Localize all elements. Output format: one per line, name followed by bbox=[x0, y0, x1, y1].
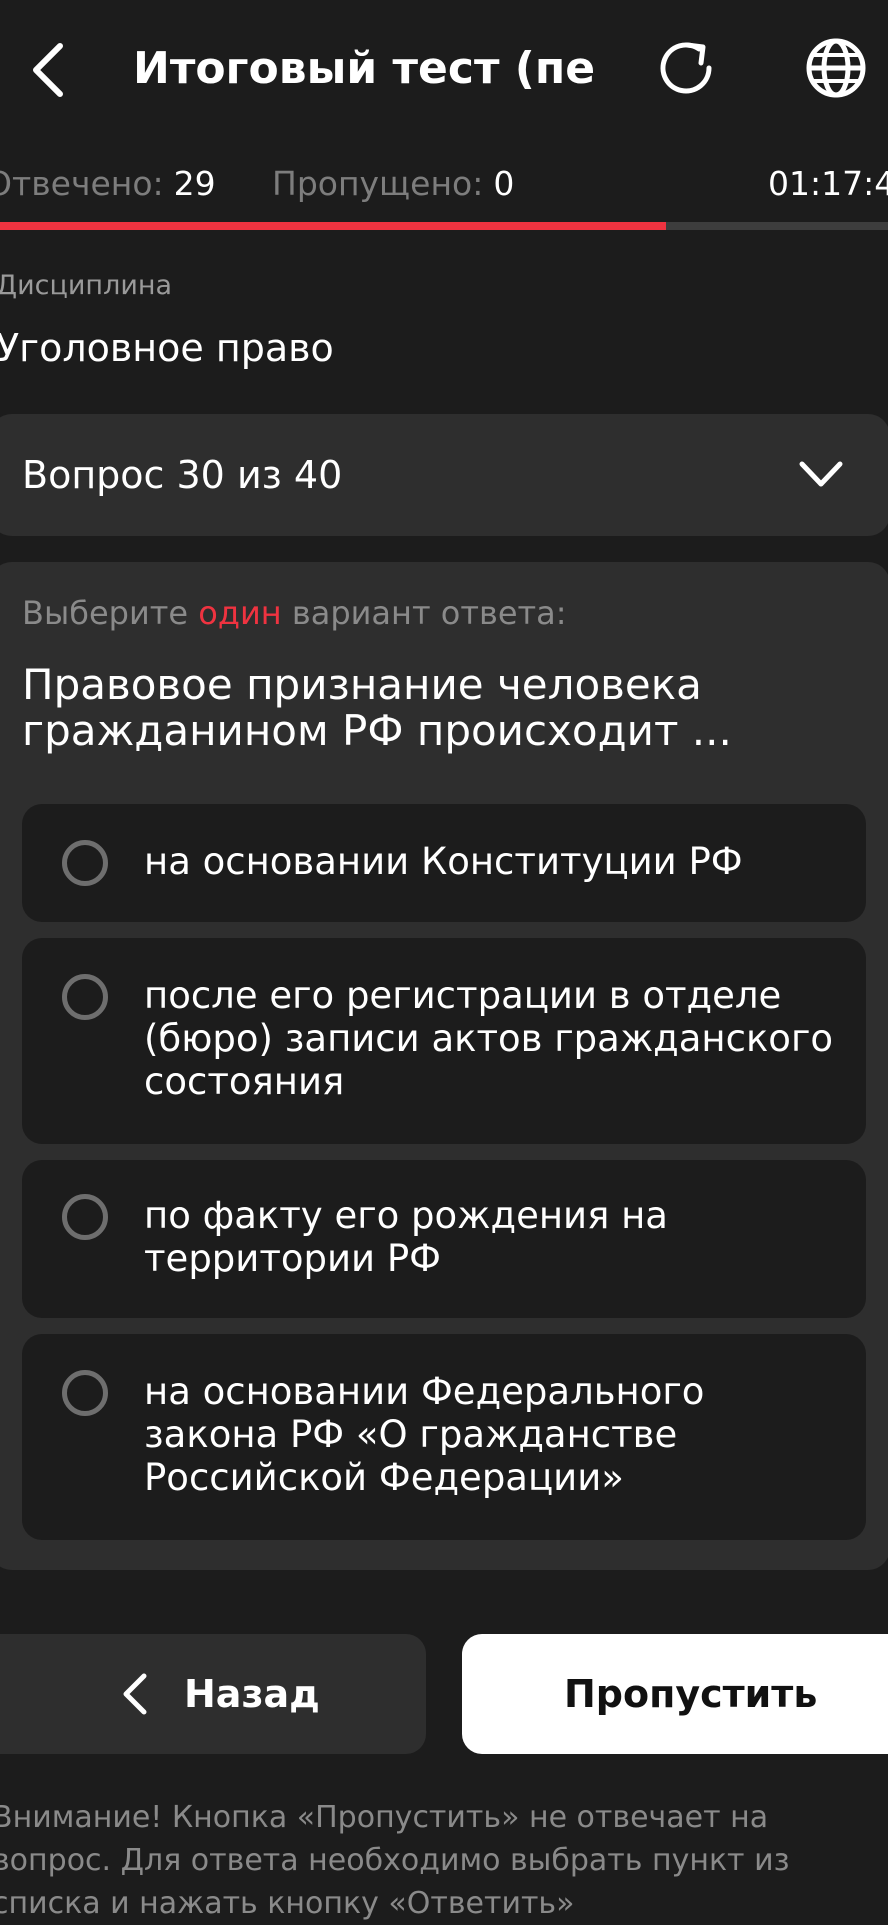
question-card: Выберите один вариант ответа: Правовое п… bbox=[0, 562, 888, 1570]
chevron-left-icon bbox=[123, 1673, 147, 1715]
progress-bar bbox=[0, 222, 888, 230]
answer-instruction: Выберите один вариант ответа: bbox=[22, 590, 567, 636]
skipped-label: Пропущено: bbox=[272, 164, 484, 203]
skipped-stat: Пропущено: 0 bbox=[272, 160, 514, 208]
globe-icon bbox=[806, 38, 866, 98]
question-selector[interactable]: Вопрос 30 из 40 bbox=[0, 414, 888, 536]
instruction-prefix: Выберите bbox=[22, 594, 189, 632]
question-text: Правовое признание человека гражданином … bbox=[22, 660, 732, 755]
skip-button-label: Пропустить bbox=[564, 1672, 818, 1716]
back-button-label: Назад bbox=[184, 1672, 320, 1716]
option-text: на основании Конституции РФ bbox=[144, 840, 743, 883]
back-nav-button[interactable] bbox=[18, 32, 78, 108]
radio-button-icon[interactable] bbox=[62, 840, 108, 886]
chevron-left-icon bbox=[33, 43, 63, 97]
timer: 01:17:47 bbox=[768, 164, 888, 203]
answered-count: 29 bbox=[173, 164, 216, 203]
reload-icon bbox=[660, 42, 712, 94]
test-stats: Отвечено:29 Пропущено:0 01:17:47 bbox=[0, 160, 888, 208]
radio-button-icon[interactable] bbox=[62, 974, 108, 1020]
progress-bar-fill bbox=[0, 222, 666, 230]
app-header: Итоговый тест (пе... bbox=[0, 0, 888, 140]
chevron-down-icon bbox=[799, 461, 843, 487]
skip-warning-note: Внимание! Кнопка «Пропустить» не отвечае… bbox=[0, 1800, 790, 1921]
answer-option[interactable]: на основании Федерального закона РФ «О г… bbox=[22, 1334, 866, 1540]
reload-button[interactable] bbox=[648, 30, 724, 106]
radio-button-icon[interactable] bbox=[62, 1194, 108, 1240]
discipline-value: Уголовное право bbox=[0, 326, 334, 370]
answer-option[interactable]: на основании Конституции РФ bbox=[22, 804, 866, 922]
option-text: после его регистрации в отделе (бюро) за… bbox=[144, 974, 834, 1103]
back-button[interactable]: Назад bbox=[0, 1634, 426, 1754]
skip-button[interactable]: Пропустить bbox=[462, 1634, 888, 1754]
language-button[interactable] bbox=[798, 30, 874, 106]
page-title: Итоговый тест (пе... bbox=[133, 43, 593, 94]
question-selector-label: Вопрос 30 из 40 bbox=[22, 453, 343, 497]
answer-option[interactable]: по факту его рождения на территории РФ bbox=[22, 1160, 866, 1318]
discipline-label: Дисциплина bbox=[0, 270, 173, 301]
instruction-accent: один bbox=[198, 594, 282, 632]
option-text: на основании Федерального закона РФ «О г… bbox=[144, 1370, 705, 1499]
answered-label: Отвечено: bbox=[0, 164, 164, 203]
instruction-suffix: вариант ответа: bbox=[291, 594, 567, 632]
answer-option[interactable]: после его регистрации в отделе (бюро) за… bbox=[22, 938, 866, 1144]
option-text: по факту его рождения на территории РФ bbox=[144, 1194, 668, 1280]
answered-stat: Отвечено: 29 bbox=[0, 160, 216, 208]
skipped-count: 0 bbox=[493, 164, 515, 203]
radio-button-icon[interactable] bbox=[62, 1370, 108, 1416]
